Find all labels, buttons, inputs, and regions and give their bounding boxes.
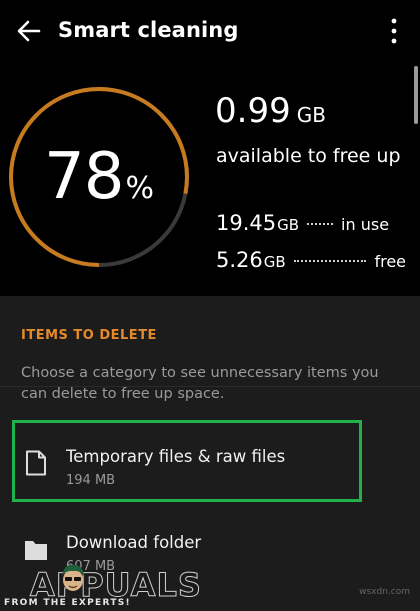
folder-icon	[25, 541, 47, 560]
free-up-amount: 0.99 GB	[215, 94, 326, 128]
page-title: Smart cleaning	[58, 18, 239, 42]
in-use-unit: GB	[277, 216, 300, 234]
more-options-button[interactable]	[384, 14, 404, 48]
in-use-label: in use	[341, 215, 390, 234]
free-space-leader	[293, 260, 367, 262]
gauge-readout: 78 %	[8, 86, 190, 268]
free-up-value: 0.99	[215, 91, 291, 131]
mascot-icon	[62, 564, 84, 591]
smart-cleaning-screen: Smart cleaning 78 % 0.99 GB available to …	[0, 0, 420, 611]
watermark-tagline: FROM THE EXPERTS!	[4, 598, 131, 608]
free-up-label: available to free up	[216, 145, 401, 167]
list-divider	[0, 386, 420, 387]
arrow-left-icon	[17, 20, 41, 42]
item-name: Temporary files & raw files	[66, 447, 286, 466]
storage-gauge: 78 %	[8, 86, 190, 268]
in-use-row: 19.45 GB in use	[216, 211, 406, 239]
free-space-unit: GB	[263, 253, 286, 271]
in-use-value: 19.45	[216, 211, 277, 235]
free-space-row: 5.26 GB free	[216, 248, 406, 276]
item-name: Download folder	[66, 533, 202, 552]
watermark-site: wsxdn.com	[359, 587, 410, 597]
back-button[interactable]	[12, 14, 46, 48]
more-vertical-icon	[391, 18, 397, 44]
free-space-label: free	[374, 252, 406, 271]
free-up-unit: GB	[296, 103, 326, 127]
scrollbar-thumb[interactable]	[414, 66, 418, 124]
gauge-percent-value: 78	[44, 140, 124, 214]
free-space-value: 5.26	[216, 248, 263, 272]
file-icon	[26, 450, 46, 476]
in-use-leader	[307, 223, 334, 225]
gauge-percent-sign: %	[125, 170, 154, 206]
list-item-temporary-files[interactable]: Temporary files & raw files 194 MB	[0, 414, 420, 494]
section-description: Choose a category to see unnecessary ite…	[21, 365, 379, 402]
watermark-logo: APPUALS FROM THE EXPERTS!	[0, 560, 201, 611]
section-title: ITEMS TO DELETE	[21, 328, 157, 343]
item-size: 194 MB	[66, 473, 116, 488]
app-bar: Smart cleaning	[0, 0, 420, 62]
